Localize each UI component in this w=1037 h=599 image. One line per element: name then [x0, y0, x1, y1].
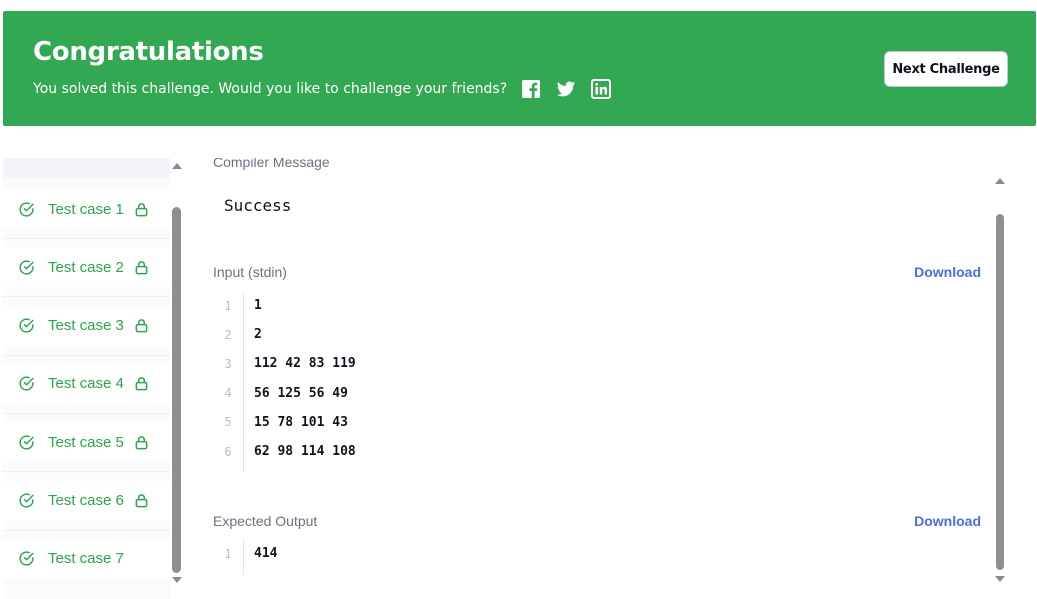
- test-case-label: Test case 4: [48, 375, 124, 393]
- line-number: 4: [224, 386, 232, 401]
- code-row: 11: [213, 291, 356, 320]
- scrollbar-thumb[interactable]: [172, 207, 181, 573]
- check-circle-icon: [18, 317, 35, 334]
- divider: [3, 238, 170, 239]
- input-download-link[interactable]: Download: [914, 264, 981, 280]
- main-scrollbar[interactable]: [995, 176, 1007, 586]
- lock-icon: [134, 493, 149, 508]
- check-circle-icon: [18, 201, 35, 218]
- line-number: 6: [224, 444, 232, 459]
- sidebar-item-test-case-2[interactable]: Test case 2: [3, 247, 170, 288]
- success-banner: Congratulations You solved this challeng…: [3, 11, 1036, 126]
- lock-icon: [134, 202, 149, 217]
- banner-subtitle-row: You solved this challenge. Would you lik…: [33, 79, 626, 99]
- lock-icon: [134, 376, 149, 391]
- scroll-up-arrow-icon[interactable]: [995, 178, 1005, 184]
- linkedin-icon[interactable]: [591, 79, 612, 99]
- code-row: 5 15 78 101 43: [213, 408, 356, 437]
- code-row: 4 56 125 56 49: [213, 379, 356, 408]
- code-row: 3 112 42 83 119: [213, 349, 356, 378]
- divider: [3, 471, 170, 473]
- sidebar-item-test-case-1[interactable]: Test case 1: [3, 189, 170, 229]
- test-case-sidebar: Test case 1 Test case 2 Test case 3 Test ca…: [3, 158, 170, 599]
- expected-output-label: Expected Output: [213, 513, 318, 529]
- test-case-label: Test case 5: [48, 433, 124, 451]
- sidebar-item-test-case-5[interactable]: Test case 5: [3, 422, 170, 463]
- code-line: 62 98 114 108: [254, 444, 356, 460]
- check-circle-icon: [18, 492, 35, 509]
- lock-icon: [134, 260, 149, 275]
- scroll-down-arrow-icon[interactable]: [995, 576, 1005, 582]
- divider: [3, 529, 170, 531]
- expected-output-code: 1 414: [213, 539, 277, 568]
- line-number: 1: [224, 546, 232, 561]
- next-challenge-button[interactable]: Next Challenge: [884, 51, 1008, 87]
- input-label: Input (stdin): [213, 264, 287, 280]
- code-line: 1: [254, 298, 262, 314]
- scrollbar-thumb[interactable]: [996, 214, 1004, 570]
- sidebar-scrollbar[interactable]: [171, 160, 183, 585]
- line-number: 5: [224, 415, 232, 430]
- banner-title: Congratulations: [33, 37, 264, 67]
- line-number: 3: [224, 356, 232, 371]
- scroll-up-arrow-icon[interactable]: [172, 163, 182, 169]
- test-case-label: Test case 7: [48, 550, 124, 568]
- input-code: 1 1 2 2 3 112 42 83 119 4 56 125 56 49 5 15 78 10…: [213, 291, 356, 466]
- lock-icon: [134, 435, 149, 450]
- sidebar-item-test-case-6[interactable]: Test case 6: [3, 480, 170, 521]
- check-circle-icon: [18, 434, 35, 451]
- scroll-down-arrow-icon[interactable]: [172, 577, 182, 583]
- twitter-icon[interactable]: [556, 79, 576, 99]
- check-circle-icon: [18, 550, 35, 567]
- test-case-label: Test case 6: [48, 492, 124, 509]
- facebook-icon[interactable]: [521, 79, 541, 99]
- sidebar-item-test-case-3[interactable]: Test case 3: [3, 305, 170, 346]
- test-case-label: Test case 1: [48, 200, 124, 218]
- code-line: 56 125 56 49: [254, 385, 348, 401]
- compiler-message-label: Compiler Message: [213, 158, 330, 170]
- compiler-message: Success: [224, 196, 292, 215]
- sidebar-item-test-case-4[interactable]: Test case 4: [3, 363, 170, 404]
- test-case-label: Test case 3: [48, 317, 124, 335]
- line-number: 1: [224, 298, 232, 313]
- lock-icon: [134, 318, 149, 333]
- line-number: 2: [224, 327, 232, 342]
- divider: [3, 354, 170, 356]
- test-case-label: Test case 2: [48, 258, 124, 276]
- code-row: 22: [213, 320, 356, 349]
- divider: [3, 412, 170, 414]
- code-line: 15 78 101 43: [254, 414, 348, 430]
- code-line: 2: [254, 327, 262, 343]
- check-circle-icon: [18, 375, 35, 392]
- expected-output-download-link[interactable]: Download: [914, 513, 981, 529]
- divider: [3, 296, 170, 298]
- test-case-details: Compiler Message Success Input (stdin) D…: [190, 158, 990, 599]
- sidebar-top-strip: [3, 158, 170, 178]
- sidebar-item-test-case-7[interactable]: Test case 7: [3, 538, 170, 579]
- code-line: 112 42 83 119: [254, 356, 356, 372]
- check-circle-icon: [18, 259, 35, 276]
- code-row: 1 414: [213, 539, 277, 568]
- banner-subtitle: You solved this challenge. Would you lik…: [33, 81, 508, 97]
- code-line: 414: [254, 546, 278, 562]
- code-row: 6 62 98 114 108: [213, 437, 356, 466]
